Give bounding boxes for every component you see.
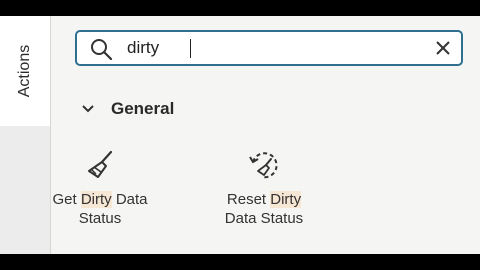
search-icon (91, 39, 113, 60)
tab-actions-label: Actions (16, 44, 33, 98)
tab-actions[interactable]: Actions (0, 16, 51, 126)
actions-panel: General Get Dirty Data Status Reset Dirt… (51, 16, 480, 254)
chevron-down-icon (82, 105, 94, 113)
search-input[interactable] (127, 37, 427, 59)
text-caret (190, 39, 191, 58)
action-get-dirty-data-status[interactable]: Get Dirty Data Status (35, 148, 165, 228)
close-icon[interactable] (435, 40, 451, 56)
group-title: General (111, 99, 175, 118)
reset-broom-icon (249, 152, 278, 179)
broom-icon (88, 150, 113, 178)
item-label-line2: Status (78, 210, 122, 227)
item-label-line1: Get Dirty Data (52, 191, 148, 208)
item-label-line2: Data Status (224, 210, 304, 227)
search-box[interactable] (75, 30, 463, 66)
group-header-general[interactable]: General (81, 99, 174, 119)
action-reset-dirty-data-status[interactable]: Reset Dirty Data Status (199, 148, 329, 228)
item-label-line1: Reset Dirty (226, 191, 302, 208)
app-frame: Actions General (0, 16, 480, 254)
